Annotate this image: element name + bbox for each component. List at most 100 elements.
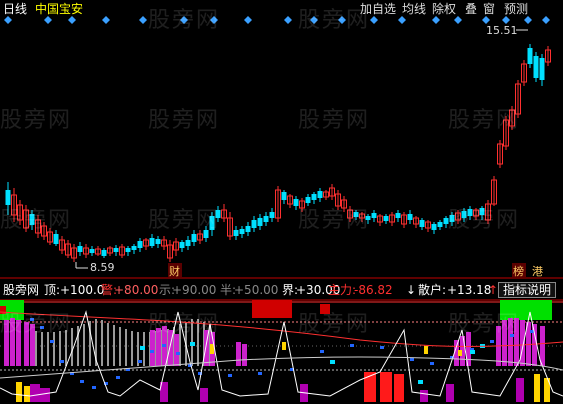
candle-body (533, 56, 539, 78)
candle-body (155, 239, 161, 244)
signal-diamond-icon (432, 16, 440, 24)
finance-badge[interactable]: 财 (169, 264, 180, 278)
candle-body (407, 214, 413, 220)
candle-body (251, 220, 257, 228)
histogram-bar (446, 384, 454, 402)
histogram-bar (10, 318, 15, 366)
trend-dot (60, 360, 64, 363)
hk-badge[interactable]: 港 (532, 265, 543, 278)
trend-dot (138, 360, 142, 363)
candle-body (203, 230, 209, 238)
histogram-bar (236, 342, 241, 366)
signal-diamond-icon (482, 16, 490, 24)
rank-badge[interactable]: 榜 (513, 264, 524, 278)
indicator-item-value: +13.18 (447, 283, 492, 297)
histogram-bar (30, 324, 35, 366)
histogram-bar (242, 344, 247, 366)
signal-bar (458, 350, 462, 356)
trend-dot (330, 360, 335, 364)
trend-dot (190, 342, 195, 346)
signal-diamond-icon (370, 16, 378, 24)
histogram-bar (30, 384, 40, 402)
indicator-item-label: 散户: (418, 283, 447, 297)
candle-body (191, 234, 197, 242)
signal-bar (24, 386, 30, 402)
indicator-name[interactable]: 股旁网 (3, 283, 39, 297)
trend-dot (228, 374, 232, 377)
trend-dot (320, 350, 324, 353)
histogram-bar (200, 388, 208, 402)
indicator-item-label: 主力: (328, 283, 357, 297)
trend-dot (80, 380, 84, 383)
candle-body (365, 216, 371, 220)
candle-body (527, 48, 533, 64)
candle-body (311, 194, 317, 200)
candle-body (293, 199, 299, 206)
candle-body (185, 240, 191, 246)
candle-body (467, 209, 473, 216)
signal-bar (282, 342, 286, 350)
indicator-item-value: +100.0 (60, 283, 105, 297)
indicator-help-button[interactable]: 指标说明 (498, 282, 557, 298)
indicator-item-value: +80.00 (114, 283, 159, 297)
candle-body (437, 222, 443, 227)
trend-dot (470, 350, 475, 354)
signal-diamond-icon (244, 16, 252, 24)
down-arrow-icon: ↓ (406, 283, 417, 297)
candle-body (149, 238, 155, 246)
histogram-bar (540, 326, 545, 366)
signal-bar (16, 382, 22, 402)
signal-bar (210, 344, 214, 354)
candle-body (479, 208, 485, 215)
candle-body (371, 213, 377, 218)
candle-body (89, 249, 95, 253)
warning-block (252, 300, 292, 318)
indicator-item-value: -86.82 (354, 283, 393, 297)
candle-body (431, 224, 437, 230)
candle-body (179, 242, 185, 248)
histogram-bar (174, 334, 179, 366)
histogram-bar (156, 328, 161, 366)
trend-dot (40, 326, 44, 329)
histogram-bar (420, 390, 428, 402)
candle-body (353, 212, 359, 217)
indicator-item-value: +50.00 (234, 283, 279, 297)
trend-dot (258, 372, 262, 375)
candle-body (131, 246, 137, 250)
signal-diamond-icon (44, 16, 52, 24)
candle-body (449, 215, 455, 222)
candle-body (461, 211, 467, 218)
histogram-bar (520, 320, 525, 366)
trend-dot (410, 358, 414, 361)
signal-diamond-icon (284, 16, 292, 24)
indicator-item-value: +90.00 (172, 283, 217, 297)
signal-diamond-icon (102, 16, 110, 24)
histogram-bar (24, 322, 29, 366)
histogram-bar (502, 320, 507, 366)
candle-body (395, 213, 401, 218)
signal-diamond-icon (180, 16, 188, 24)
candle-body (245, 226, 251, 232)
candle-body (281, 192, 287, 200)
candle-body (257, 218, 263, 226)
warning-block (320, 304, 330, 314)
chart-canvas[interactable]: 15.51 8.59 财 榜 港 (0, 0, 563, 404)
histogram-bar (150, 330, 155, 366)
signal-diamond-icon (4, 16, 12, 24)
candle-body (539, 58, 545, 80)
trend-dot (116, 376, 120, 379)
candle-body (443, 218, 449, 224)
candle-body (419, 220, 425, 227)
signal-bar (380, 372, 392, 402)
trend-dot (176, 352, 180, 355)
signal-diamond-icon (502, 16, 510, 24)
indicator-item-label: 顶: (44, 283, 61, 297)
candle-body (317, 191, 323, 198)
candle-body (209, 216, 215, 230)
signal-diamond-icon (139, 16, 147, 24)
candlestick-series (5, 44, 551, 262)
histogram-bar (40, 388, 50, 402)
candle-body (263, 216, 269, 222)
candle-body (101, 250, 107, 256)
candle-body (383, 216, 389, 221)
